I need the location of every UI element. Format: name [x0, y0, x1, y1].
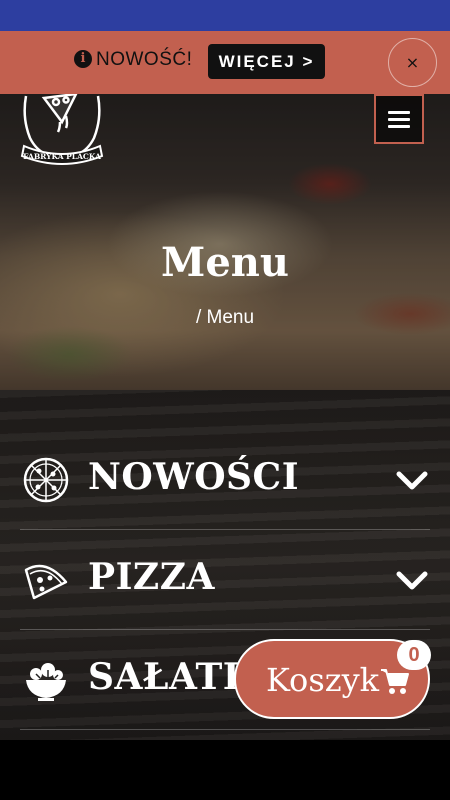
- menu-toggle-button[interactable]: [374, 94, 424, 144]
- page-title: Menu: [161, 239, 289, 286]
- category-label: NOWOŚCI: [88, 456, 300, 498]
- pizza-slice-icon: [24, 564, 68, 600]
- notice-text: NOWOŚĆ!: [96, 49, 193, 70]
- category-pizza[interactable]: PIZZA: [20, 530, 430, 630]
- system-status-bar: [0, 0, 450, 31]
- cart-label: Koszyk: [266, 661, 380, 699]
- pizza-whole-icon: [23, 457, 69, 503]
- bottom-bar: [0, 740, 450, 800]
- info-icon: i: [74, 50, 92, 68]
- salad-bowl-icon: [26, 663, 66, 701]
- category-nowosci[interactable]: NOWOŚCI: [20, 430, 430, 530]
- more-button[interactable]: WIĘCEJ >: [208, 44, 325, 79]
- chevron-down-icon[interactable]: [396, 470, 428, 492]
- notice-bar: i NOWOŚĆ! WIĘCEJ > ×: [0, 31, 450, 94]
- category-label: PIZZA: [88, 556, 215, 598]
- cart-icon: [381, 669, 409, 694]
- logo-text: FABRYKA PLACKA: [23, 152, 101, 161]
- cart-button[interactable]: Koszyk 0: [234, 639, 431, 719]
- chevron-down-icon[interactable]: [396, 570, 428, 592]
- logo[interactable]: FABRYKA PLACKA: [16, 94, 108, 170]
- hamburger-icon-line: [388, 110, 410, 114]
- hamburger-icon-line: [388, 117, 410, 121]
- hamburger-icon-line: [388, 124, 410, 128]
- cart-count-badge: 0: [397, 640, 431, 670]
- hero-banner: FABRYKA PLACKA Menu / Menu: [0, 94, 450, 390]
- breadcrumb[interactable]: / Menu: [0, 307, 450, 329]
- close-notice-button[interactable]: ×: [388, 38, 437, 87]
